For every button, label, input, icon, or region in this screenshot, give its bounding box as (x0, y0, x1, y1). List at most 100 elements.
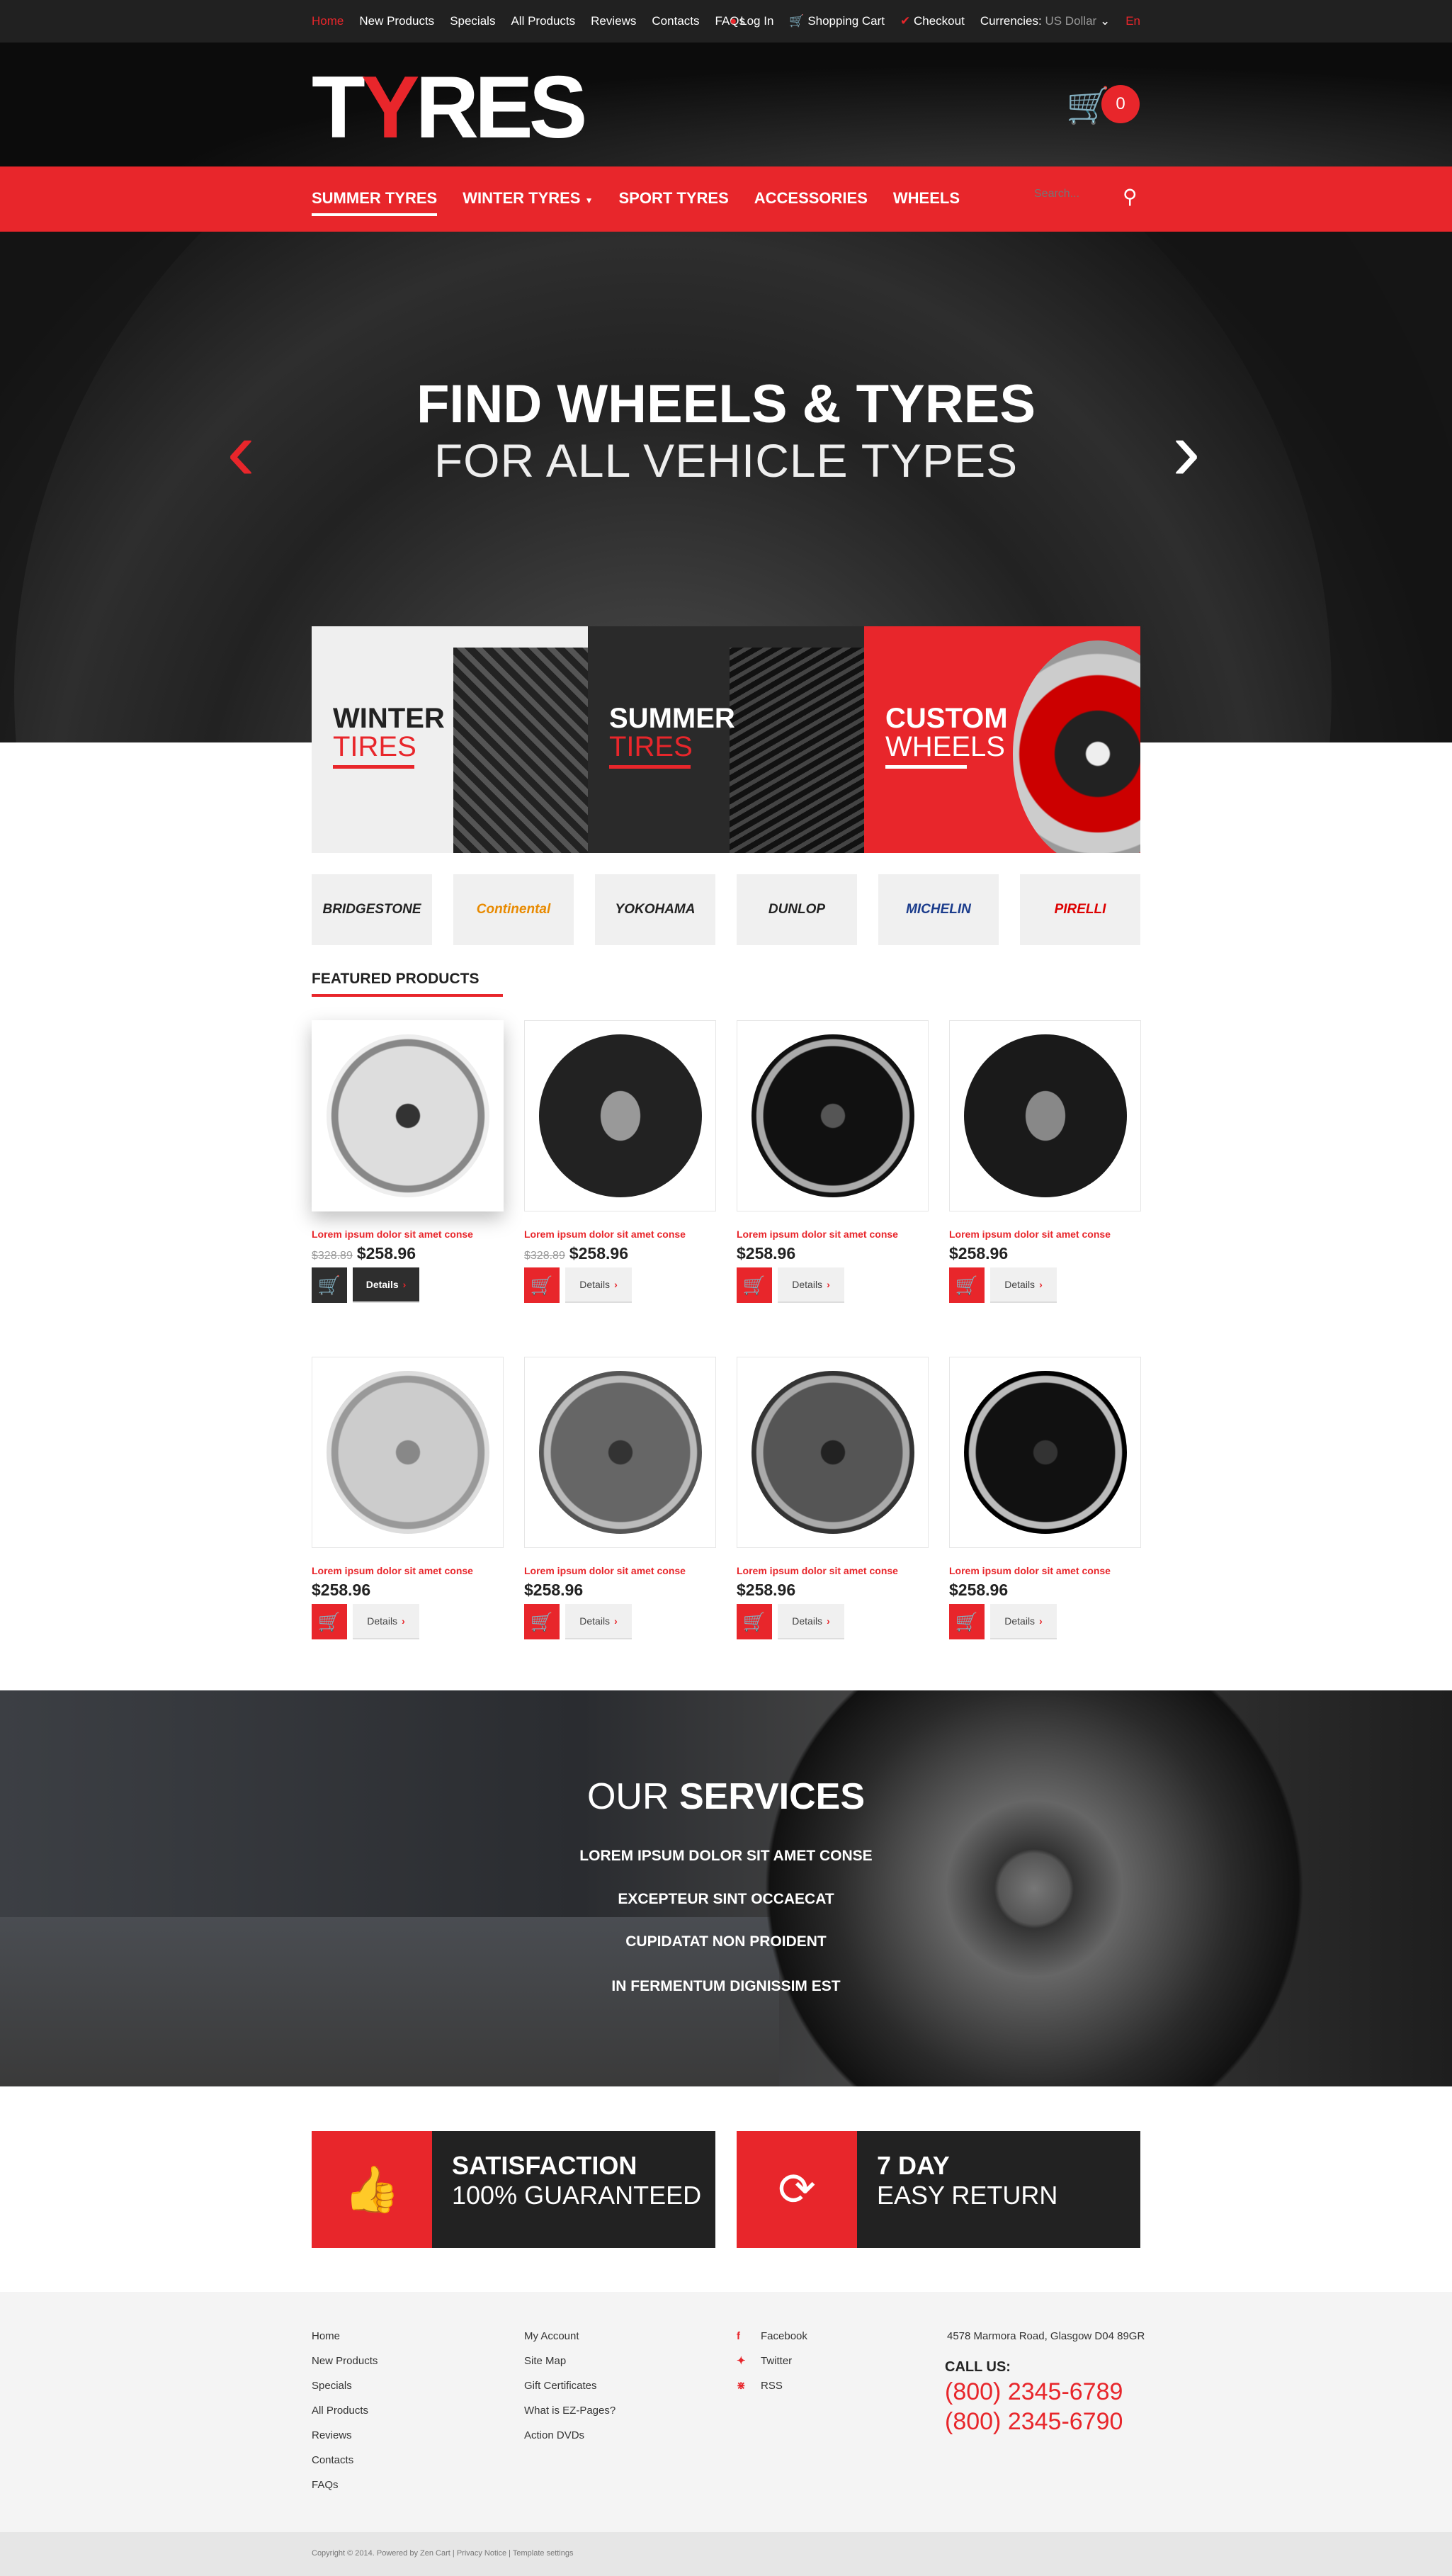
cart-icon: 🛒 (742, 1274, 766, 1296)
brand-michelin[interactable]: MICHELIN (878, 874, 999, 945)
brand-bridgestone[interactable]: BRIDGESTONE (312, 874, 432, 945)
footer-link[interactable]: New Products (312, 2355, 378, 2367)
product-image[interactable] (524, 1357, 716, 1548)
product-title[interactable]: Lorem ipsum dolor sit amet conse (312, 1228, 504, 1240)
login-link[interactable]: ● Log In (730, 14, 773, 28)
category-banners: WINTER TIRES SUMMER TIRES CUSTOM WHEELS (312, 626, 1140, 853)
footer-link[interactable]: Reviews (312, 2429, 378, 2441)
shopping-cart-link[interactable]: 🛒 Shopping Cart (789, 14, 885, 28)
details-button[interactable]: Details › (778, 1267, 844, 1303)
search-icon[interactable]: ⚲ (1123, 185, 1138, 208)
footer-link[interactable]: Action DVDs (524, 2429, 616, 2441)
service-item[interactable]: IN FERMENTUM DIGNISSIM EST (0, 1978, 1452, 1995)
add-to-cart-button[interactable]: 🛒 (949, 1604, 985, 1639)
details-button[interactable]: Details › (565, 1267, 632, 1303)
top-link-home[interactable]: Home (312, 14, 344, 28)
nav-wheels[interactable]: WHEELS (893, 189, 960, 216)
chevron-right-icon: › (402, 1279, 407, 1290)
currency-select[interactable]: Currencies: US Dollar ⌄ (980, 14, 1110, 28)
prev-arrow-icon[interactable]: ‹ (227, 402, 255, 499)
footer-link[interactable]: Specials (312, 2380, 378, 2392)
nav-sport-tyres[interactable]: SPORT TYRES (619, 189, 729, 216)
product-image[interactable] (737, 1020, 929, 1211)
template-settings-link[interactable]: Template settings (513, 2549, 574, 2558)
add-to-cart-button[interactable]: 🛒 (312, 1604, 347, 1639)
privacy-link[interactable]: Privacy Notice (457, 2549, 506, 2558)
product-image[interactable] (312, 1357, 504, 1548)
product-title[interactable]: Lorem ipsum dolor sit amet conse (524, 1228, 716, 1240)
brand-dunlop[interactable]: DUNLOP (737, 874, 857, 945)
bottom-bar: Copyright © 2014. Powered by Zen Cart | … (0, 2532, 1452, 2576)
nav-accessories[interactable]: ACCESSORIES (754, 189, 868, 216)
promo-satisfaction[interactable]: 👍 SATISFACTION 100% GUARANTEED (312, 2131, 715, 2248)
checkout-link[interactable]: ✔ Checkout (900, 14, 965, 28)
banner-custom-wheels[interactable]: CUSTOM WHEELS (864, 626, 1140, 853)
product-title[interactable]: Lorem ipsum dolor sit amet conse (524, 1565, 716, 1576)
top-link-reviews[interactable]: Reviews (591, 14, 636, 28)
product-price: $258.96 (737, 1244, 929, 1263)
add-to-cart-button[interactable]: 🛒 (949, 1267, 985, 1303)
top-link-new-products[interactable]: New Products (359, 14, 434, 28)
add-to-cart-button[interactable]: 🛒 (737, 1267, 772, 1303)
add-to-cart-button[interactable]: 🛒 (737, 1604, 772, 1639)
product-title[interactable]: Lorem ipsum dolor sit amet conse (949, 1228, 1141, 1240)
promo-easy-return[interactable]: ⟳ 7 DAY EASY RETURN (737, 2131, 1140, 2248)
footer-link[interactable]: What is EZ-Pages? (524, 2405, 616, 2417)
details-button[interactable]: Details › (990, 1267, 1057, 1303)
banner-summer-tires[interactable]: SUMMER TIRES (588, 626, 864, 853)
service-item[interactable]: CUPIDATAT NON PROIDENT (0, 1933, 1452, 1950)
footer-link[interactable]: My Account (524, 2330, 616, 2342)
banner-winter-tires[interactable]: WINTER TIRES (312, 626, 588, 853)
service-item[interactable]: LOREM IPSUM DOLOR SIT AMET CONSE (0, 1848, 1452, 1865)
twitter-link[interactable]: ✦ Twitter (737, 2355, 807, 2367)
product-image[interactable] (524, 1020, 716, 1211)
service-item[interactable]: EXCEPTEUR SINT OCCAECAT (0, 1891, 1452, 1908)
top-link-all-products[interactable]: All Products (511, 14, 575, 28)
footer-link[interactable]: FAQs (312, 2479, 378, 2491)
product-title[interactable]: Lorem ipsum dolor sit amet conse (737, 1228, 929, 1240)
top-link-contacts[interactable]: Contacts (652, 14, 699, 28)
cart-count-badge[interactable]: 0 (1101, 85, 1140, 123)
logo[interactable]: TYRES (312, 64, 587, 152)
details-button[interactable]: Details › (353, 1267, 419, 1303)
brand-continental[interactable]: Continental (453, 874, 574, 945)
product-card: Lorem ipsum dolor sit amet conse $258.96… (312, 1357, 504, 1639)
product-image[interactable] (312, 1020, 504, 1211)
product-card: Lorem ipsum dolor sit amet conse $328.89… (524, 1020, 716, 1303)
product-image[interactable] (949, 1357, 1141, 1548)
details-button[interactable]: Details › (353, 1604, 419, 1639)
facebook-link[interactable]: f Facebook (737, 2330, 807, 2342)
rss-link[interactable]: ⋇ RSS (737, 2380, 807, 2392)
banner-subtitle: TIRES (609, 731, 693, 762)
cart-label: Shopping Cart (807, 14, 885, 28)
promo-subtitle: 100% GUARANTEED (452, 2181, 702, 2210)
phone-number[interactable]: (800) 2345-6789 (945, 2378, 1123, 2406)
main-nav: SUMMER TYRES WINTER TYRES ▼ SPORT TYRES … (0, 166, 1452, 232)
footer-link[interactable]: Site Map (524, 2355, 616, 2367)
phone-number[interactable]: (800) 2345-6790 (945, 2408, 1123, 2436)
product-image[interactable] (737, 1357, 929, 1548)
footer-link[interactable]: All Products (312, 2405, 378, 2417)
nav-summer-tyres[interactable]: SUMMER TYRES (312, 189, 438, 216)
top-link-specials[interactable]: Specials (450, 14, 495, 28)
nav-winter-tyres[interactable]: WINTER TYRES ▼ (463, 189, 593, 216)
product-title[interactable]: Lorem ipsum dolor sit amet conse (737, 1565, 929, 1576)
footer-link[interactable]: Gift Certificates (524, 2380, 616, 2392)
twitter-icon: ✦ (737, 2355, 746, 2367)
logo-text: RES (415, 59, 587, 157)
details-button[interactable]: Details › (778, 1604, 844, 1639)
details-button[interactable]: Details › (565, 1604, 632, 1639)
next-arrow-icon[interactable]: › (1172, 402, 1201, 499)
footer-link[interactable]: Home (312, 2330, 378, 2342)
brand-pirelli[interactable]: PIRELLI (1020, 874, 1140, 945)
product-title[interactable]: Lorem ipsum dolor sit amet conse (949, 1565, 1141, 1576)
add-to-cart-button[interactable]: 🛒 (524, 1267, 560, 1303)
product-title[interactable]: Lorem ipsum dolor sit amet conse (312, 1565, 504, 1576)
product-image[interactable] (949, 1020, 1141, 1211)
add-to-cart-button[interactable]: 🛒 (312, 1267, 347, 1303)
footer-link[interactable]: Contacts (312, 2454, 378, 2466)
brand-yokohama[interactable]: YOKOHAMA (595, 874, 715, 945)
language-select[interactable]: En (1125, 14, 1140, 28)
details-button[interactable]: Details › (990, 1604, 1057, 1639)
add-to-cart-button[interactable]: 🛒 (524, 1604, 560, 1639)
